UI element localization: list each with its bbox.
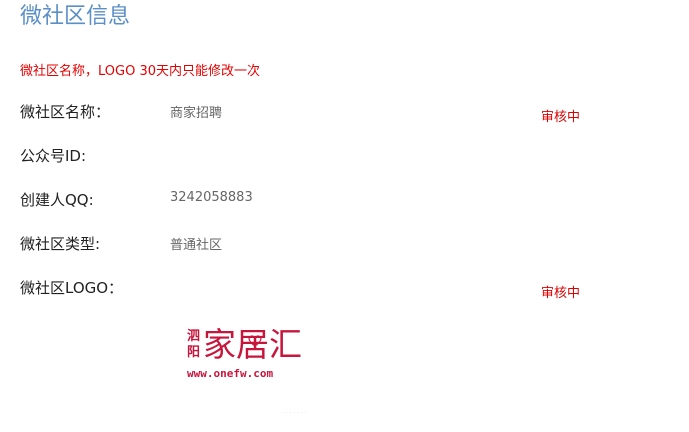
- logo-side-text-2: 阳: [187, 345, 200, 360]
- field-row-creator-qq: 创建人QQ: 3242058883: [20, 189, 670, 211]
- community-logo-image: 泗 阳 家居汇 www.onefw.com: [187, 325, 302, 380]
- status-badge-logo: 审核中: [541, 286, 581, 301]
- page-title: 微社区信息: [20, 4, 131, 29]
- field-label-name: 微社区名称：: [20, 103, 111, 121]
- edit-limit-notice: 微社区名称，LOGO 30天内只能修改一次: [20, 64, 260, 79]
- field-row-name: 微社区名称： 商家招聘 审核中: [20, 101, 670, 125]
- field-row-logo: 微社区LOGO： 审核中: [20, 277, 670, 301]
- logo-url-text: www.onefw.com: [187, 367, 273, 380]
- field-row-type: 微社区类型: 普通社区: [20, 233, 670, 255]
- logo-side-text-1: 泗: [187, 328, 200, 344]
- faint-watermark: · · · · · · ·: [282, 410, 307, 417]
- field-value-type: 普通社区: [170, 238, 223, 253]
- status-badge-name: 审核中: [541, 110, 581, 125]
- field-row-wechat-id: 公众号ID:: [20, 145, 670, 167]
- field-label-logo: 微社区LOGO：: [20, 279, 124, 297]
- field-label-wechat-id: 公众号ID:: [20, 147, 87, 165]
- field-label-type: 微社区类型:: [20, 235, 101, 253]
- field-label-creator-qq: 创建人QQ:: [20, 191, 94, 209]
- field-value-creator-qq: 3242058883: [170, 190, 253, 205]
- field-value-name: 商家招聘: [170, 106, 223, 121]
